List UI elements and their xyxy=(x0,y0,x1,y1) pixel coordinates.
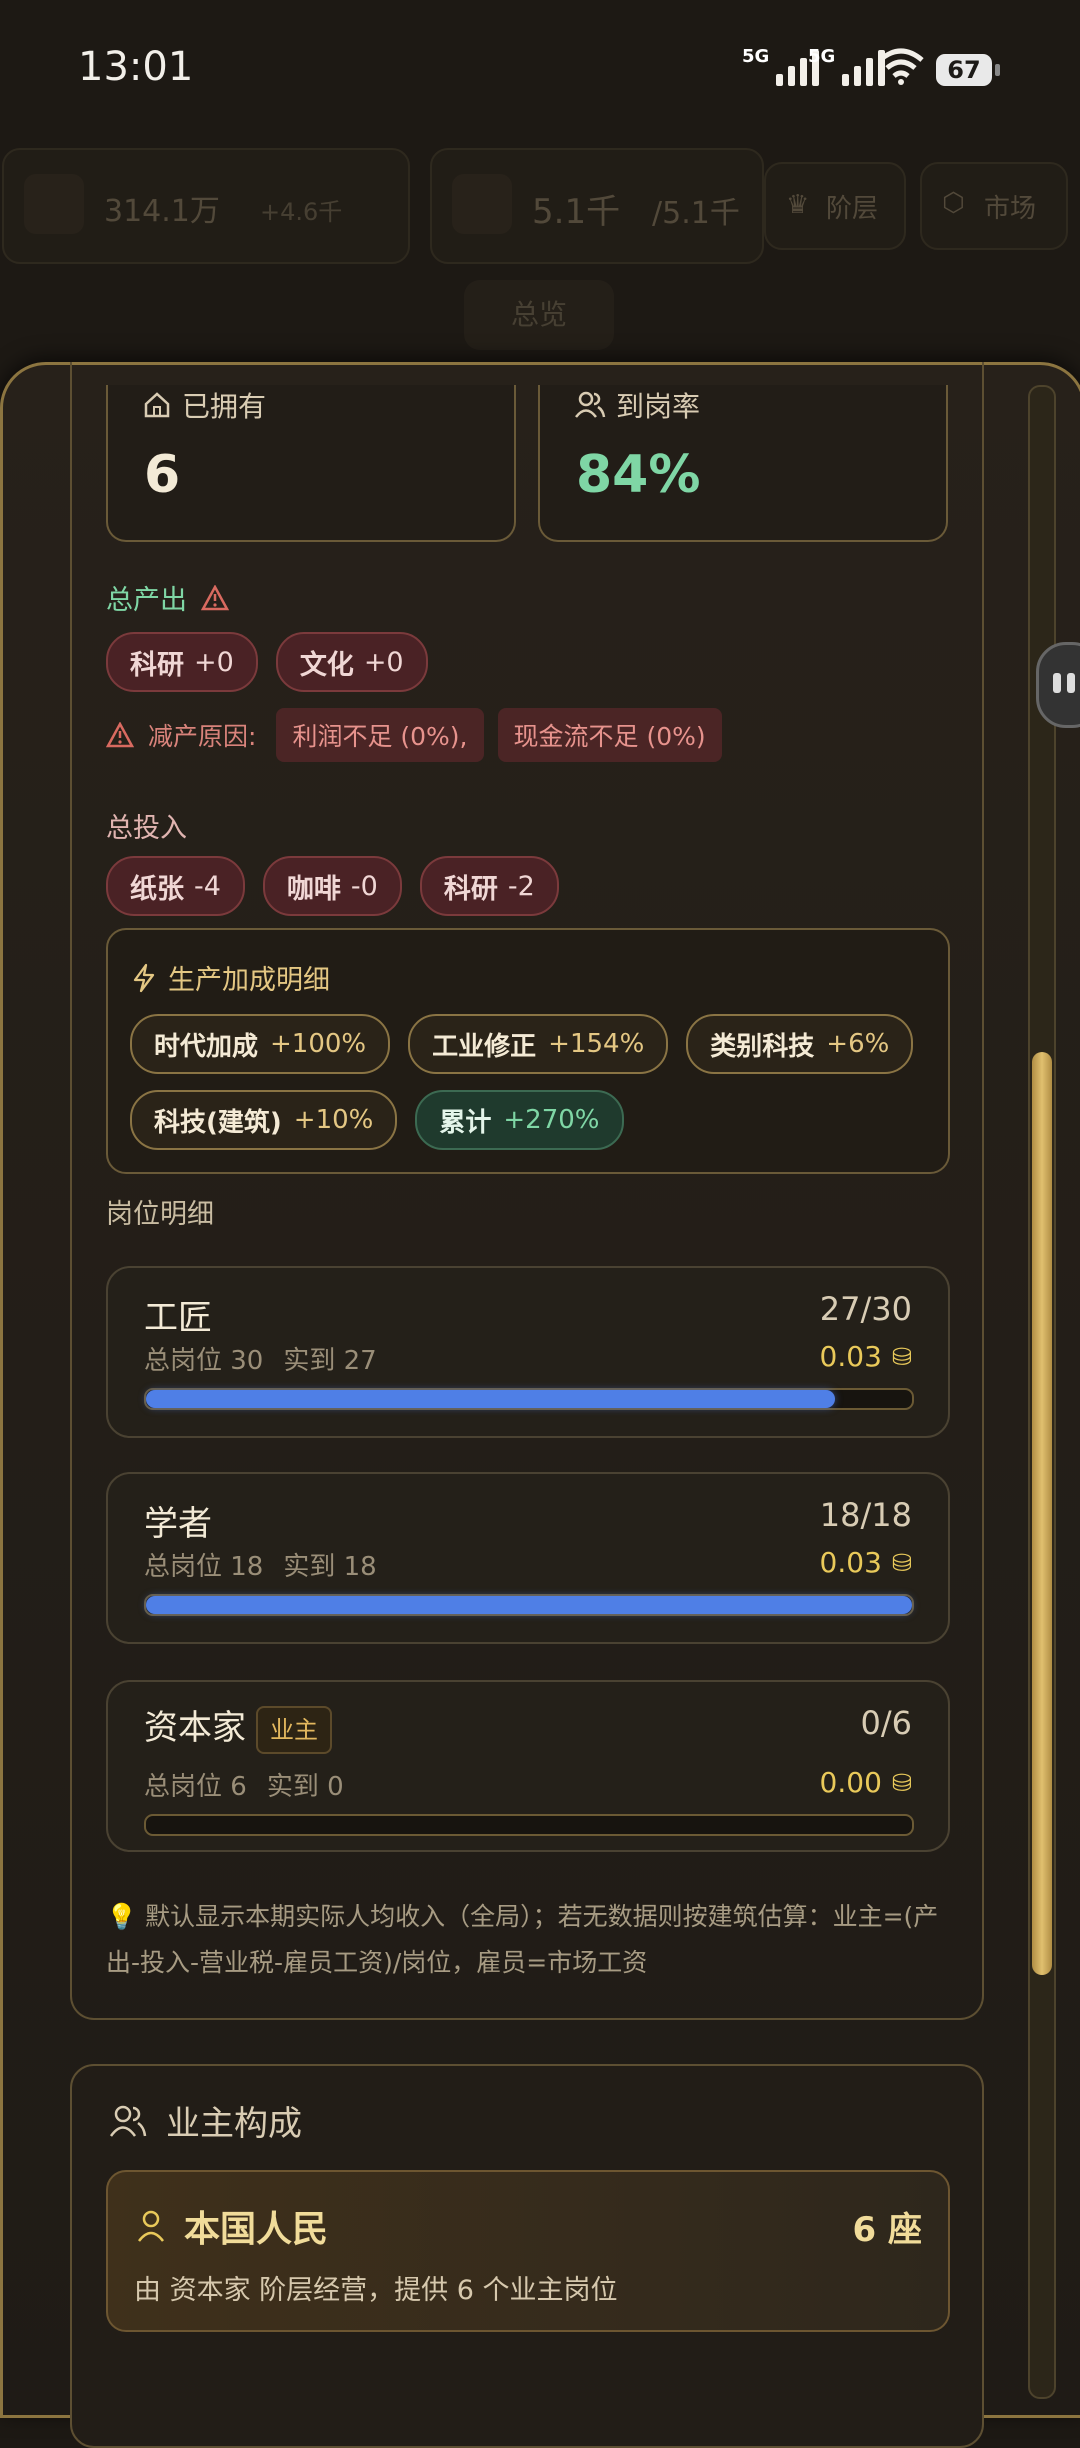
tab-overview[interactable]: 总览 xyxy=(464,280,614,350)
users-icon xyxy=(575,391,606,418)
money-pill[interactable]: 314.1万 +4.6千 xyxy=(2,148,410,264)
tab-class[interactable]: ♛ 阶层 xyxy=(764,162,906,250)
job-total: 总岗位 18 xyxy=(144,1552,264,1582)
box-icon: ⬡ xyxy=(942,188,965,218)
reduction-reason: 现金流不足 (0%) xyxy=(497,708,722,762)
status-bar: 13:01 5G 5G 67 xyxy=(0,0,1080,140)
input-title: 总投入 xyxy=(106,813,187,844)
job-progress xyxy=(144,1388,914,1410)
reduction-reason: 利润不足 (0%), xyxy=(276,708,484,762)
coins-icon xyxy=(24,174,84,234)
battery-icon: 67 xyxy=(936,54,1000,86)
reduction-label: 减产原因: xyxy=(148,722,257,751)
output-chip: 科研 +0 xyxy=(106,632,258,692)
lightbulb-icon: 💡 xyxy=(106,1902,138,1931)
owned-card: 已拥有 6 xyxy=(106,385,516,542)
job-card: 学者 18/18 总岗位 18 实到 18 0.03 ⛁ xyxy=(106,1472,950,1644)
job-actual: 实到 27 xyxy=(283,1346,377,1376)
input-chip: 咖啡 -0 xyxy=(262,856,402,916)
job-progress xyxy=(144,1594,914,1616)
person-icon xyxy=(138,2210,164,2242)
bonus-chip: 科技(建筑) +10% xyxy=(130,1090,398,1150)
job-name: 学者 xyxy=(144,1504,212,1544)
home-icon xyxy=(144,392,170,418)
input-chips: 纸张 -4 咖啡 -0 科研 -2 xyxy=(106,856,559,916)
job-name: 工匠 xyxy=(144,1298,212,1338)
users-icon xyxy=(452,174,512,234)
coins-icon: ⛁ xyxy=(891,1342,912,1371)
bonus-total-chip: 累计 +270% xyxy=(415,1090,624,1150)
attendance-value: 84% xyxy=(576,445,701,505)
output-chips: 科研 +0 文化 +0 xyxy=(106,632,428,692)
job-actual: 实到 18 xyxy=(283,1552,377,1582)
input-chip: 科研 -2 xyxy=(419,856,559,916)
job-progress xyxy=(144,1814,914,1836)
reduction-row: 减产原因: 利润不足 (0%), 现金流不足 (0%) xyxy=(106,708,722,762)
resource-bar: 314.1万 +4.6千 5.1千 /5.1千 ♛ 阶层 ⬡ 市场 总览 xyxy=(0,140,1080,370)
job-name: 资本家 xyxy=(144,1708,246,1748)
owned-label: 已拥有 xyxy=(182,390,267,423)
attendance-label: 到岗率 xyxy=(616,390,701,423)
output-title: 总产出 xyxy=(106,585,187,616)
job-card: 工匠 27/30 总岗位 30 实到 27 0.03 ⛁ xyxy=(106,1266,950,1438)
population-value: 5.1千 xyxy=(532,192,621,232)
bonus-box: 生产加成明细 时代加成 +100% 工业修正 +154% 类别科技 +6% 科技(建筑… xyxy=(106,928,950,1174)
owner-tag: 业主 xyxy=(256,1705,332,1754)
owned-value: 6 xyxy=(144,445,181,505)
output-chip: 文化 +0 xyxy=(275,632,428,692)
jobs-title: 岗位明细 xyxy=(106,1199,214,1230)
job-total: 总岗位 30 xyxy=(144,1346,264,1376)
job-fraction: 18/18 xyxy=(819,1496,912,1534)
tab-market[interactable]: ⬡ 市场 xyxy=(920,162,1068,250)
bonus-chip: 时代加成 +100% xyxy=(130,1014,391,1074)
wifi-icon xyxy=(878,48,924,85)
owner-name: 本国人民 xyxy=(184,2209,329,2250)
owner-panel: 业主构成 本国人民 6 座 由 资本家 阶层经营，提供 6 个业主岗位 xyxy=(70,2064,984,2448)
job-card: 资本家 业主 0/6 总岗位 6 实到 0 0.00 ⛁ xyxy=(106,1680,950,1852)
bonus-title: 生产加成明细 xyxy=(168,965,330,996)
input-chip: 纸张 -4 xyxy=(106,856,245,916)
bonus-chip: 类别科技 +6% xyxy=(686,1014,914,1074)
job-fraction: 27/30 xyxy=(819,1290,912,1328)
warning-icon xyxy=(201,584,229,610)
job-wage: 0.03 xyxy=(819,1340,882,1373)
output-title-row: 总产出 xyxy=(106,578,229,617)
lightning-icon xyxy=(133,963,155,992)
signal-icon-2: 5G xyxy=(808,46,886,86)
job-fraction: 0/6 xyxy=(860,1704,913,1742)
owner-title: 业主构成 xyxy=(166,2104,302,2144)
wage-note: 💡 默认显示本期实际人均收入（全局）；若无数据则按建筑估算：业主=(产出-投入-… xyxy=(106,1902,939,1977)
bonus-chip: 工业修正 +154% xyxy=(408,1014,669,1074)
population-pill[interactable]: 5.1千 /5.1千 xyxy=(430,148,764,264)
coins-icon: ⛁ xyxy=(891,1548,912,1577)
coins-icon: ⛁ xyxy=(891,1768,912,1797)
job-wage: 0.03 xyxy=(819,1546,882,1579)
money-delta: +4.6千 xyxy=(260,198,343,226)
scrollbar-thumb[interactable] xyxy=(1032,1052,1052,1975)
owner-card[interactable]: 本国人民 6 座 由 资本家 阶层经营，提供 6 个业主岗位 xyxy=(106,2170,950,2332)
attendance-card: 到岗率 84% xyxy=(538,385,948,542)
owner-count: 6 座 xyxy=(852,2210,923,2250)
population-cap: /5.1千 xyxy=(652,196,740,231)
warning-icon xyxy=(106,722,134,748)
job-wage: 0.00 xyxy=(819,1766,882,1799)
floating-handle-button[interactable] xyxy=(1036,642,1080,728)
owner-desc: 由 资本家 阶层经营，提供 6 个业主岗位 xyxy=(134,2275,618,2306)
crown-icon: ♛ xyxy=(786,190,810,220)
job-total: 总岗位 6 xyxy=(144,1772,247,1802)
users-icon xyxy=(109,2105,147,2137)
clock: 13:01 xyxy=(78,44,194,90)
job-actual: 实到 0 xyxy=(266,1772,344,1802)
money-value: 314.1万 xyxy=(104,194,220,229)
